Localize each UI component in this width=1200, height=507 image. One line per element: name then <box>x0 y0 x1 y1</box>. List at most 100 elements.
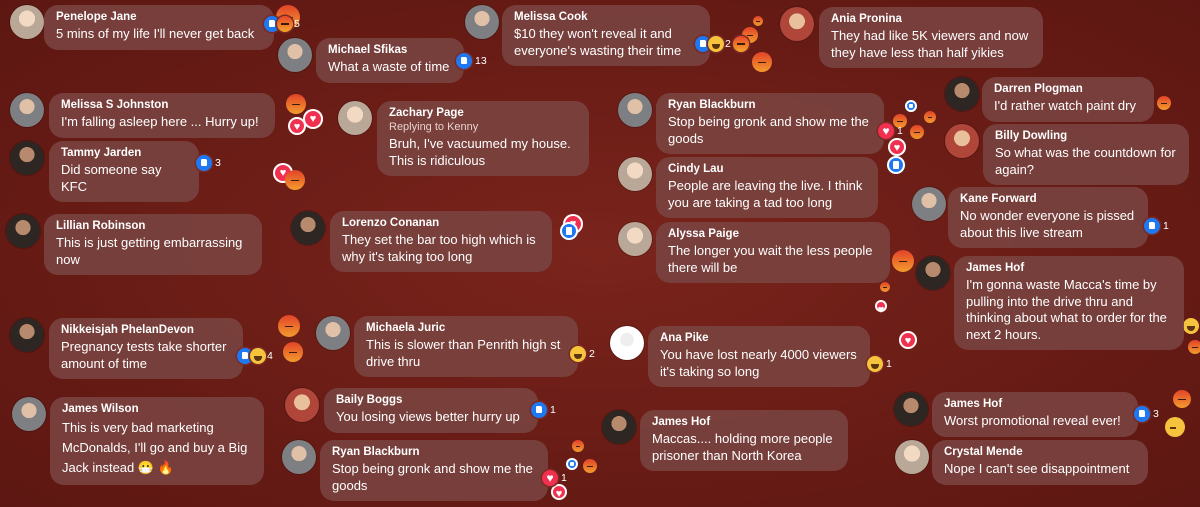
comment-bubble: James Hof Worst promotional reveal ever! <box>932 392 1138 437</box>
reaction-summary[interactable]: 3 <box>196 154 221 172</box>
like-icon <box>1134 406 1150 422</box>
avatar[interactable] <box>602 410 636 444</box>
floating-heart-icon <box>875 300 887 312</box>
reaction-count: 1 <box>561 472 567 484</box>
reaction-summary[interactable]: 13 <box>456 52 487 70</box>
reaction-count: 3 <box>215 157 221 169</box>
reaction-summary[interactable]: 5 <box>264 15 300 33</box>
reaction-summary[interactable]: 1 <box>542 469 567 487</box>
commenter-name[interactable]: James Wilson <box>62 403 252 415</box>
comment-text: So what was the countdown for again? <box>995 145 1176 177</box>
floating-angry-icon <box>1188 340 1200 354</box>
floating-angry-icon <box>278 315 300 337</box>
commenter-name[interactable]: Billy Dowling <box>995 130 1177 142</box>
commenter-name[interactable]: James Hof <box>944 398 1126 410</box>
reaction-summary[interactable]: 1 <box>878 122 903 140</box>
comment-text: Stop being gronk and show me the goods <box>332 461 533 493</box>
avatar[interactable] <box>12 397 46 431</box>
commenter-name[interactable]: Darren Plogman <box>994 83 1142 95</box>
floating-angry-icon <box>283 342 303 362</box>
comment-bubble: Baily Boggs You losing views better hurr… <box>324 388 538 433</box>
avatar[interactable] <box>6 214 40 248</box>
reply-indicator[interactable]: Replying to Kenny <box>389 121 577 133</box>
avatar[interactable] <box>916 256 950 290</box>
avatar[interactable] <box>338 101 372 135</box>
commenter-name[interactable]: Ania Pronina <box>831 13 1031 25</box>
like-icon <box>456 53 472 69</box>
commenter-name[interactable]: Ana Pike <box>660 332 858 344</box>
avatar[interactable] <box>316 316 350 350</box>
commenter-name[interactable]: James Hof <box>652 416 836 428</box>
avatar[interactable] <box>945 124 979 158</box>
reaction-count: 2 <box>589 348 595 360</box>
avatar[interactable] <box>618 222 652 256</box>
commenter-name[interactable]: Nikkeisjah PhelanDevon <box>61 324 231 336</box>
commenter-name[interactable]: Zachary Page <box>389 107 577 119</box>
reaction-summary[interactable]: 1 <box>531 401 556 419</box>
avatar[interactable] <box>912 187 946 221</box>
avatar[interactable] <box>618 93 652 127</box>
avatar[interactable] <box>895 440 929 474</box>
comment-text: Stop being gronk and show me the goods <box>668 114 869 146</box>
avatar[interactable] <box>945 77 979 111</box>
avatar[interactable] <box>780 7 814 41</box>
commenter-name[interactable]: Ryan Blackburn <box>332 446 536 458</box>
haha-icon <box>867 356 883 372</box>
reaction-count: 1 <box>1163 220 1169 232</box>
commenter-name[interactable]: Cindy Lau <box>668 163 866 175</box>
avatar[interactable] <box>10 141 44 175</box>
comment-bubble: Nikkeisjah PhelanDevon Pregnancy tests t… <box>49 318 243 379</box>
haha-icon <box>570 346 586 362</box>
like-icon <box>196 155 212 171</box>
commenter-name[interactable]: Michaela Juric <box>366 322 566 334</box>
comment-bubble: Lillian Robinson This is just getting em… <box>44 214 262 275</box>
avatar[interactable] <box>10 93 44 127</box>
commenter-name[interactable]: Kane Forward <box>960 193 1136 205</box>
comment-bubble: Darren Plogman I'd rather watch paint dr… <box>982 77 1154 122</box>
commenter-name[interactable]: Melissa Cook <box>514 11 698 23</box>
commenter-name[interactable]: Alyssa Paige <box>668 228 878 240</box>
comment-bubble: James Wilson This is very bad marketing … <box>50 397 264 485</box>
avatar[interactable] <box>10 5 44 39</box>
commenter-name[interactable]: Lorenzo Conanan <box>342 217 540 229</box>
floating-angry-icon <box>285 170 305 190</box>
commenter-name[interactable]: Michael Sfikas <box>328 44 452 56</box>
floating-heart-icon <box>888 138 906 156</box>
reaction-summary[interactable]: 2 <box>695 35 749 53</box>
reaction-summary[interactable]: 4 <box>237 347 273 365</box>
avatar[interactable] <box>291 211 325 245</box>
comment-text: I'd rather watch paint dry <box>994 98 1136 113</box>
angry-icon <box>732 36 749 52</box>
commenter-name[interactable]: Tammy Jarden <box>61 147 187 159</box>
avatar[interactable] <box>282 440 316 474</box>
comment-bubble: Billy Dowling So what was the countdown … <box>983 124 1189 185</box>
comment-bubble: Crystal Mende Nope I can't see disappoin… <box>932 440 1148 485</box>
avatar[interactable] <box>618 157 652 191</box>
commenter-name[interactable]: Penelope Jane <box>56 11 262 23</box>
commenter-name[interactable]: James Hof <box>966 262 1172 274</box>
heart-icon <box>542 469 558 487</box>
comment-text: 5 mins of my life I'll never get back <box>56 26 255 41</box>
reaction-count: 1 <box>550 404 556 416</box>
comment-text: Worst promotional reveal ever! <box>944 413 1121 428</box>
commenter-name[interactable]: Ryan Blackburn <box>668 99 872 111</box>
commenter-name[interactable]: Crystal Mende <box>944 446 1136 458</box>
avatar[interactable] <box>10 318 44 352</box>
avatar[interactable] <box>285 388 319 422</box>
reaction-summary[interactable]: 1 <box>867 355 892 373</box>
reaction-summary[interactable]: 1 <box>1144 217 1169 235</box>
reaction-summary[interactable]: 2 <box>570 345 595 363</box>
avatar[interactable] <box>278 38 312 72</box>
commenter-name[interactable]: Lillian Robinson <box>56 220 250 232</box>
reaction-summary[interactable]: 3 <box>1134 405 1159 423</box>
avatar[interactable] <box>894 392 928 426</box>
comment-bubble: Ryan Blackburn Stop being gronk and show… <box>656 93 884 154</box>
comment-text: The longer you wait the less people ther… <box>668 243 873 275</box>
comment-text: You have lost nearly 4000 viewers it's t… <box>660 347 857 379</box>
comment-text: Nope I can't see disappointment <box>944 461 1130 476</box>
avatar[interactable] <box>465 5 499 39</box>
avatar[interactable] <box>610 326 644 360</box>
commenter-name[interactable]: Baily Boggs <box>336 394 526 406</box>
floating-angry-icon <box>752 52 772 72</box>
commenter-name[interactable]: Melissa S Johnston <box>61 99 263 111</box>
